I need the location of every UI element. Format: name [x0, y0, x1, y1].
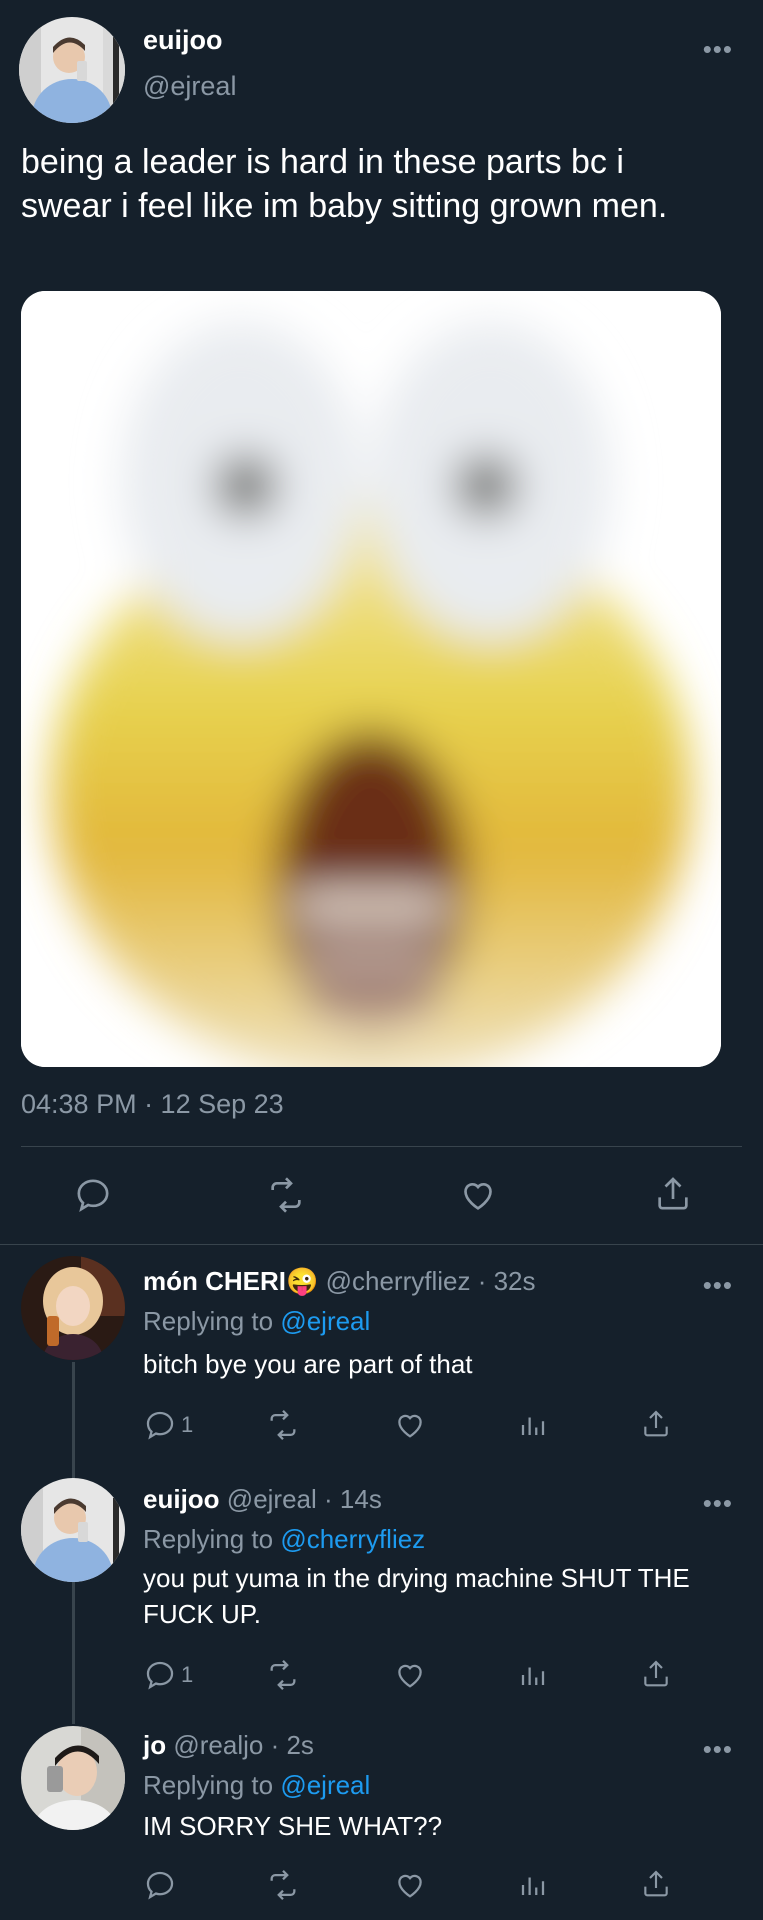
tweet-media-image[interactable] [21, 291, 721, 1067]
reply-icon [146, 1411, 174, 1440]
retweet-icon[interactable] [265, 1658, 301, 1692]
analytics-icon[interactable] [518, 1408, 548, 1442]
replying-to: Replying to @ejreal [143, 1306, 370, 1337]
tweet-text: being a leader is hard in these parts bc… [21, 143, 668, 225]
avatar[interactable] [21, 1726, 125, 1830]
reply-icon[interactable] [73, 1175, 113, 1215]
reply-icon [146, 1661, 174, 1690]
display-name[interactable]: euijoo [143, 1484, 220, 1514]
replying-to: Replying to @cherryfliez [143, 1524, 425, 1555]
avatar[interactable] [21, 1478, 125, 1582]
like-icon[interactable] [392, 1408, 428, 1442]
like-icon[interactable] [457, 1175, 499, 1215]
reply-header: món CHERI😜 @cherryfliez · 32s [143, 1266, 536, 1297]
display-name[interactable]: món CHERI😜 [143, 1266, 318, 1296]
reply-time[interactable]: · 32s [478, 1266, 536, 1296]
reply-time[interactable]: · 14s [324, 1484, 382, 1514]
reply-count: 1 [181, 1412, 194, 1437]
reply-button[interactable] [143, 1868, 181, 1902]
more-dots-icon[interactable]: ••• [703, 1490, 733, 1516]
divider [0, 1244, 763, 1245]
analytics-icon[interactable] [518, 1658, 548, 1692]
replying-prefix: Replying to [143, 1524, 281, 1554]
share-icon[interactable] [640, 1656, 672, 1692]
reply-button[interactable]: 1 [143, 1658, 193, 1692]
reply-count: 1 [181, 1662, 194, 1687]
tweet-timestamp[interactable]: 04:38 PM · 12 Sep 23 [21, 1089, 284, 1120]
divider [21, 1146, 742, 1147]
more-dots-icon[interactable]: ••• [703, 1272, 733, 1298]
reply-text: IM SORRY SHE WHAT?? [143, 1811, 443, 1841]
retweet-icon[interactable] [265, 1175, 307, 1215]
share-icon[interactable] [653, 1173, 693, 1215]
reply-button[interactable]: 1 [143, 1408, 193, 1442]
tweet-actions [0, 1165, 763, 1225]
display-name[interactable]: euijoo [143, 25, 223, 56]
handle[interactable]: @cherryfliez [326, 1266, 471, 1296]
share-icon[interactable] [640, 1406, 672, 1442]
reply-header: euijoo @ejreal · 14s [143, 1484, 382, 1515]
handle[interactable]: @ejreal [227, 1484, 317, 1514]
like-icon[interactable] [392, 1658, 428, 1692]
analytics-icon[interactable] [518, 1868, 548, 1902]
retweet-icon[interactable] [265, 1408, 301, 1442]
handle[interactable]: @realjo [173, 1730, 263, 1760]
like-icon[interactable] [392, 1868, 428, 1902]
thread-connector [72, 1582, 75, 1724]
more-dots-icon[interactable]: ••• [703, 1736, 733, 1762]
reply-time[interactable]: · 2s [271, 1730, 314, 1760]
share-icon[interactable] [640, 1866, 672, 1902]
reply-icon [146, 1871, 174, 1900]
reply-text: bitch bye you are part of that [143, 1349, 473, 1379]
more-dots-icon[interactable]: ••• [703, 36, 733, 62]
thread-connector [72, 1362, 75, 1480]
reply-header: jo @realjo · 2s [143, 1730, 314, 1761]
replying-to-link[interactable]: @ejreal [280, 1770, 370, 1800]
replying-to-link[interactable]: @ejreal [280, 1306, 370, 1336]
replying-prefix: Replying to [143, 1306, 281, 1336]
replying-prefix: Replying to [143, 1770, 281, 1800]
display-name[interactable]: jo [143, 1730, 166, 1760]
reply-text: you put yuma in the drying machine SHUT … [143, 1563, 690, 1629]
replying-to-link[interactable]: @cherryfliez [280, 1524, 425, 1554]
avatar[interactable] [19, 17, 125, 123]
replying-to: Replying to @ejreal [143, 1770, 370, 1801]
handle[interactable]: @ejreal [143, 71, 236, 102]
avatar[interactable] [21, 1256, 125, 1360]
retweet-icon[interactable] [265, 1868, 301, 1902]
